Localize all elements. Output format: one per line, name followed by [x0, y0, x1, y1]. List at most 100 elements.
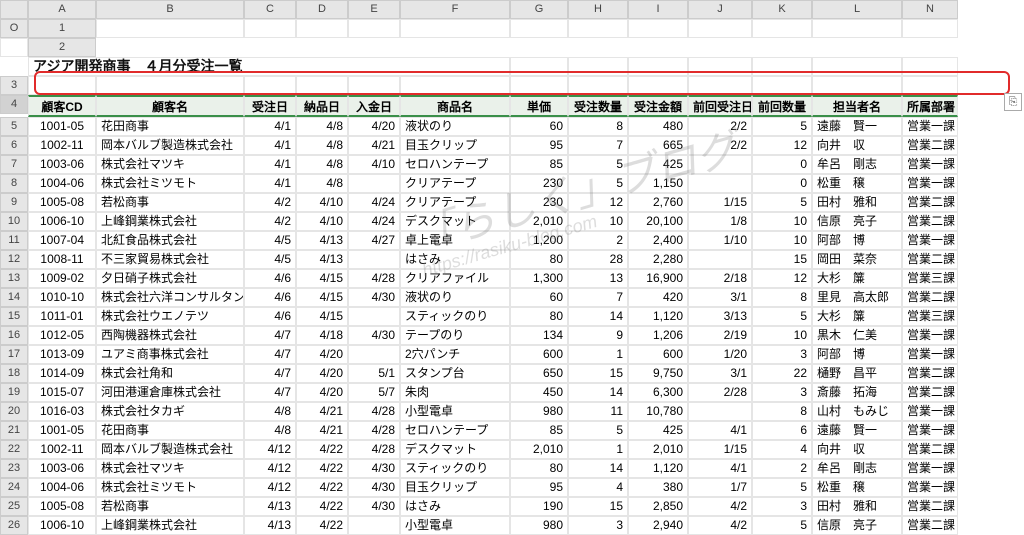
cell[interactable]: 15: [752, 250, 812, 269]
cell[interactable]: 3/13: [688, 307, 752, 326]
cell[interactable]: 1003-06: [28, 155, 96, 174]
cell[interactable]: ユアミ商事株式会社: [96, 345, 244, 364]
cell[interactable]: スティックのり: [400, 307, 510, 326]
cell[interactable]: 1010-10: [28, 288, 96, 307]
cell[interactable]: 1005-08: [28, 193, 96, 212]
cell[interactable]: 信原 亮子: [812, 212, 902, 231]
cell[interactable]: 花田商事: [96, 421, 244, 440]
cell[interactable]: 1004-06: [28, 174, 96, 193]
cell[interactable]: 4/28: [348, 402, 400, 421]
table-header[interactable]: 受注金額: [628, 95, 688, 117]
cell[interactable]: 4/22: [296, 459, 348, 478]
row-header[interactable]: 11: [0, 231, 28, 250]
cell[interactable]: 9: [568, 326, 628, 345]
cell[interactable]: 450: [510, 383, 568, 402]
cell[interactable]: 2,010: [628, 440, 688, 459]
cell[interactable]: 10: [752, 212, 812, 231]
cell[interactable]: 4/1: [244, 136, 296, 155]
cell[interactable]: 4/28: [348, 440, 400, 459]
cell[interactable]: テープのり: [400, 326, 510, 345]
row-header[interactable]: 2: [28, 38, 96, 57]
cell[interactable]: 600: [628, 345, 688, 364]
cell[interactable]: 4/22: [296, 478, 348, 497]
cell[interactable]: 4/5: [244, 231, 296, 250]
cell[interactable]: 5: [752, 478, 812, 497]
cell[interactable]: 4/12: [244, 459, 296, 478]
cell[interactable]: 2: [568, 231, 628, 250]
cell[interactable]: [752, 19, 812, 38]
cell[interactable]: 4/30: [348, 497, 400, 516]
cell[interactable]: 60: [510, 288, 568, 307]
cell[interactable]: 液状のり: [400, 117, 510, 136]
col-header[interactable]: N: [902, 0, 958, 19]
row-header[interactable]: 26: [0, 516, 28, 535]
cell[interactable]: 5/1: [348, 364, 400, 383]
col-header[interactable]: G: [510, 0, 568, 19]
cell[interactable]: 夕日硝子株式会社: [96, 269, 244, 288]
cell[interactable]: 1013-09: [28, 345, 96, 364]
cell[interactable]: 1002-11: [28, 136, 96, 155]
cell[interactable]: セロハンテープ: [400, 421, 510, 440]
row-header[interactable]: 6: [0, 136, 28, 155]
row-header[interactable]: 5: [0, 117, 28, 136]
cell[interactable]: 上峰鋼業株式会社: [96, 212, 244, 231]
cell[interactable]: 株式会社ウエノテツ: [96, 307, 244, 326]
cell[interactable]: 420: [628, 288, 688, 307]
cell[interactable]: 1,206: [628, 326, 688, 345]
cell[interactable]: [510, 76, 568, 95]
row-header[interactable]: 23: [0, 459, 28, 478]
cell[interactable]: 4/1: [244, 117, 296, 136]
cell[interactable]: 10: [568, 212, 628, 231]
cell[interactable]: 田村 雅和: [812, 497, 902, 516]
cell[interactable]: 4/12: [244, 440, 296, 459]
cell[interactable]: 1,200: [510, 231, 568, 250]
col-header[interactable]: F: [400, 0, 510, 19]
table-header[interactable]: 顧客CD: [28, 95, 96, 117]
cell[interactable]: 営業二課: [902, 136, 958, 155]
cell[interactable]: 4: [752, 440, 812, 459]
cell[interactable]: 営業二課: [902, 212, 958, 231]
cell[interactable]: [752, 76, 812, 95]
row-header[interactable]: 12: [0, 250, 28, 269]
cell[interactable]: [688, 250, 752, 269]
cell[interactable]: 若松商事: [96, 193, 244, 212]
cell[interactable]: 4/10: [348, 155, 400, 174]
col-header[interactable]: O: [0, 19, 28, 38]
cell[interactable]: 5: [752, 193, 812, 212]
cell[interactable]: 岡本バルブ製造株式会社: [96, 440, 244, 459]
cell[interactable]: 4/27: [348, 231, 400, 250]
cell[interactable]: 上峰鋼業株式会社: [96, 516, 244, 535]
cell[interactable]: 信原 亮子: [812, 516, 902, 535]
cell[interactable]: 松重 穣: [812, 478, 902, 497]
cell[interactable]: 2,850: [628, 497, 688, 516]
cell[interactable]: 480: [628, 117, 688, 136]
cell[interactable]: [244, 76, 296, 95]
col-header[interactable]: C: [244, 0, 296, 19]
cell[interactable]: 7: [568, 136, 628, 155]
row-header[interactable]: 22: [0, 440, 28, 459]
cell[interactable]: 3: [568, 516, 628, 535]
cell[interactable]: 株式会社六洋コンサルタント: [96, 288, 244, 307]
cell[interactable]: [628, 19, 688, 38]
cell[interactable]: 4/2: [688, 516, 752, 535]
select-all[interactable]: [0, 0, 28, 19]
cell[interactable]: 2/28: [688, 383, 752, 402]
cell[interactable]: 岡本バルブ製造株式会社: [96, 136, 244, 155]
cell[interactable]: 4/24: [348, 212, 400, 231]
cell[interactable]: 里見 高太郎: [812, 288, 902, 307]
cell[interactable]: スタンプ台: [400, 364, 510, 383]
table-header[interactable]: 受注数量: [568, 95, 628, 117]
cell[interactable]: [348, 76, 400, 95]
cell[interactable]: 8: [752, 288, 812, 307]
cell[interactable]: 4/13: [244, 497, 296, 516]
cell[interactable]: 1006-10: [28, 212, 96, 231]
cell[interactable]: 4/2: [244, 212, 296, 231]
cell[interactable]: 遠藤 賢一: [812, 117, 902, 136]
cell[interactable]: 4/8: [296, 117, 348, 136]
cell[interactable]: 14: [568, 459, 628, 478]
cell[interactable]: デスクマット: [400, 440, 510, 459]
cell[interactable]: [812, 76, 902, 95]
cell[interactable]: 4/10: [296, 193, 348, 212]
row-header[interactable]: 13: [0, 269, 28, 288]
cell[interactable]: 4/1: [244, 174, 296, 193]
